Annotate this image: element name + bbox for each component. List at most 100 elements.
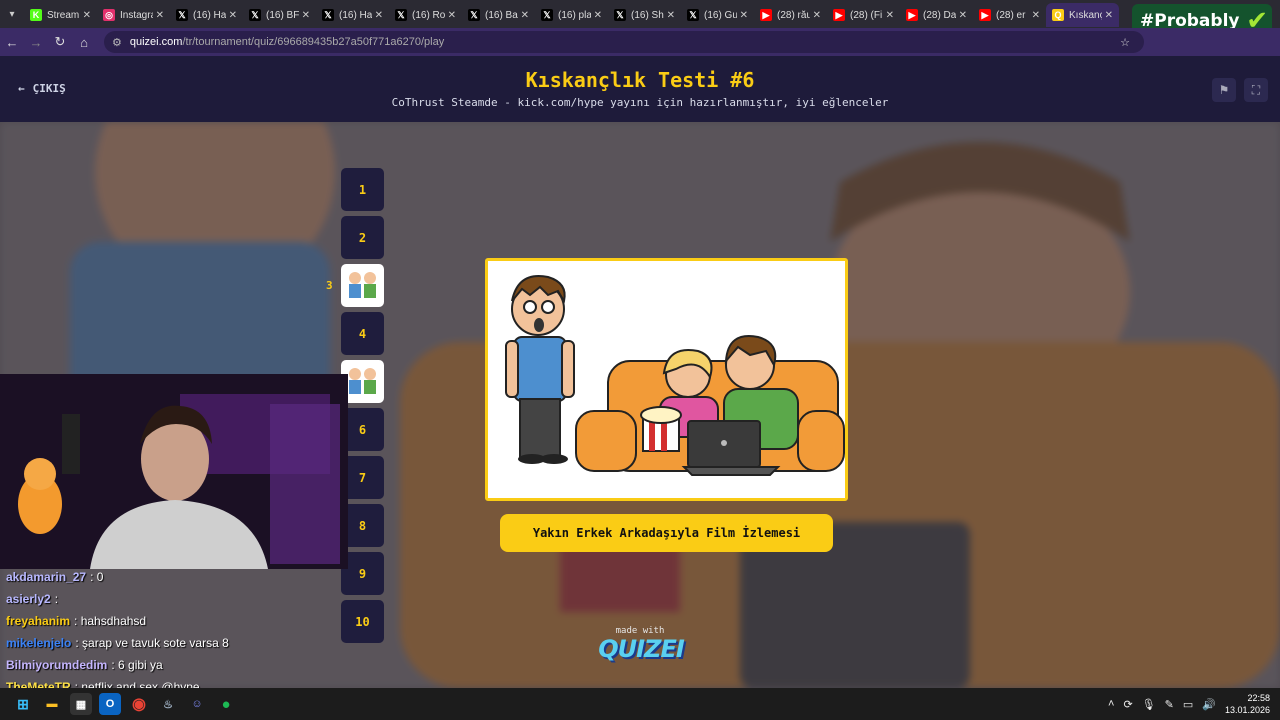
chat-username: freyahanim xyxy=(6,614,71,628)
round-button[interactable]: 3 xyxy=(326,264,384,307)
browser-tab[interactable]: 𝕏 (16) Ha ✕ xyxy=(170,3,243,27)
tab-title: (28) rău xyxy=(777,9,810,21)
tab-search-icon[interactable]: ▾ xyxy=(0,0,24,28)
tab-title: (16) Ba xyxy=(485,9,518,21)
close-tab-icon[interactable]: ✕ xyxy=(594,10,602,21)
url-field[interactable]: ⚙ quizei.com /tr/tournament/quiz/6966894… xyxy=(104,31,1144,53)
tab-title: (16) pla xyxy=(558,9,591,21)
close-tab-icon[interactable]: ✕ xyxy=(667,10,675,21)
tab-title: Kıskanç xyxy=(1069,9,1102,21)
chat-username: asierly2 xyxy=(6,592,51,606)
browser-tab[interactable]: K Stream ✕ xyxy=(24,3,97,27)
network-icon[interactable]: ▭ xyxy=(1183,698,1193,711)
x-icon: 𝕏 xyxy=(687,9,699,21)
pen-icon[interactable]: ✎ xyxy=(1165,698,1174,711)
quiz-header: ← ÇIKIŞ Kıskançlık Testi #6 CoThrust Ste… xyxy=(0,56,1280,122)
youtube-icon: ▶ xyxy=(979,9,991,21)
round-button[interactable]: 2 xyxy=(341,216,384,259)
tab-title: (28) Da xyxy=(923,9,956,21)
browser-tab[interactable]: 𝕏 (16) Sh ✕ xyxy=(608,3,681,27)
url-path: /tr/tournament/quiz/696689435b27a50f771a… xyxy=(182,36,445,48)
browser-tab[interactable]: 𝕏 (16) Ba ✕ xyxy=(462,3,535,27)
windows-start-icon[interactable]: ⊞ xyxy=(12,693,34,715)
tab-title: Stream xyxy=(47,9,80,21)
close-tab-icon[interactable]: ✕ xyxy=(302,10,310,21)
browser-tab[interactable]: 𝕏 (16) pla ✕ xyxy=(535,3,608,27)
instagram-icon: ◎ xyxy=(103,9,115,21)
steam-icon[interactable]: ♨ xyxy=(157,693,179,715)
browser-tab[interactable]: ▶ (28) rău ✕ xyxy=(754,3,827,27)
home-icon[interactable]: ⌂ xyxy=(72,35,96,50)
close-tab-icon[interactable]: ✕ xyxy=(156,10,164,21)
sync-icon[interactable]: ⟳ xyxy=(1123,698,1132,711)
fullscreen-button[interactable]: ⛶ xyxy=(1244,78,1268,102)
browser-tab[interactable]: 𝕏 (16) Ha ✕ xyxy=(316,3,389,27)
browser-tab[interactable]: ▶ (28) (Fi ✕ xyxy=(827,3,900,27)
site-info-icon[interactable]: ⚙ xyxy=(112,36,122,49)
outlook-icon[interactable]: O xyxy=(99,693,121,715)
chevron-up-icon[interactable]: ˄ xyxy=(1108,698,1114,710)
close-tab-icon[interactable]: ✕ xyxy=(1105,10,1113,21)
browser-tab[interactable]: ◎ Instagram✕ xyxy=(97,3,170,27)
answer-button[interactable]: Yakın Erkek Arkadaşıyla Film İzlemesi xyxy=(500,514,833,552)
close-tab-icon[interactable]: ✕ xyxy=(375,10,383,21)
kick-icon: K xyxy=(30,9,42,21)
bookmark-star-icon[interactable]: ☆ xyxy=(1120,36,1130,49)
close-tab-icon[interactable]: ✕ xyxy=(886,10,894,21)
close-tab-icon[interactable]: ✕ xyxy=(959,10,967,21)
x-icon: 𝕏 xyxy=(176,9,188,21)
file-explorer-icon[interactable]: ▬ xyxy=(41,693,63,715)
chat-text: : şarap ve tavuk sote varsa 8 xyxy=(75,636,229,650)
report-flag-button[interactable]: ⚑ xyxy=(1212,78,1236,102)
close-tab-icon[interactable]: ✕ xyxy=(1032,10,1040,21)
round-button[interactable]: 10 xyxy=(341,600,384,643)
clock[interactable]: 22:58 13.01.2026 xyxy=(1225,692,1270,716)
system-tray: ˄ ⟳ 🎙 ✎ ▭ 🔊 22:58 13.01.2026 xyxy=(1108,688,1270,720)
tab-title: Instagram xyxy=(120,9,153,21)
browser-tab[interactable]: 𝕏 (16) Ro ✕ xyxy=(389,3,462,27)
chat-message: freyahanim: hahsdhahsd xyxy=(0,610,340,632)
browser-tab[interactable]: 𝕏 (16) BF ✕ xyxy=(243,3,316,27)
round-button[interactable]: 1 xyxy=(341,168,384,211)
round-number: 4 xyxy=(358,326,367,341)
tab-title: (16) Ha xyxy=(193,9,226,21)
question-image-card[interactable] xyxy=(485,258,848,501)
answer-label: Yakın Erkek Arkadaşıyla Film İzlemesi xyxy=(532,526,801,540)
browser-tab[interactable]: Q Kıskanç ✕ xyxy=(1046,3,1119,27)
spotify-icon[interactable]: ● xyxy=(215,693,237,715)
question-illustration xyxy=(505,275,845,476)
x-icon: 𝕏 xyxy=(249,9,261,21)
close-tab-icon[interactable]: ✕ xyxy=(740,10,748,21)
chrome-icon[interactable]: ◉ xyxy=(128,693,150,715)
chat-message: akdamarin_27: 0 xyxy=(0,566,340,588)
close-tab-icon[interactable]: ✕ xyxy=(229,10,237,21)
x-icon: 𝕏 xyxy=(541,9,553,21)
volume-icon[interactable]: 🔊 xyxy=(1202,698,1216,711)
quiz-title: Kıskançlık Testi #6 xyxy=(525,68,755,92)
round-number: 9 xyxy=(358,566,367,581)
chat-message: mikelenjelo: şarap ve tavuk sote varsa 8 xyxy=(0,632,340,654)
round-number: 8 xyxy=(358,518,367,533)
forward-icon[interactable]: → xyxy=(24,35,48,50)
microphone-icon[interactable]: 🎙 xyxy=(1142,698,1156,711)
chat-text: : 6 gibi ya xyxy=(111,658,163,672)
x-icon: 𝕏 xyxy=(395,9,407,21)
close-tab-icon[interactable]: ✕ xyxy=(83,10,91,21)
close-tab-icon[interactable]: ✕ xyxy=(448,10,456,21)
discord-icon[interactable]: ☺ xyxy=(186,693,208,715)
chat-username: akdamarin_27 xyxy=(6,570,87,584)
browser-tab-bar: ▾ KStream✕◎Instagram✕𝕏(16) Ha✕𝕏(16) BF✕𝕏… xyxy=(0,0,1280,28)
browser-tab[interactable]: 𝕏 (16) Gu ✕ xyxy=(681,3,754,27)
quizei-logo[interactable]: QUIZEI xyxy=(596,635,686,663)
close-tab-icon[interactable]: ✕ xyxy=(521,10,529,21)
browser-tab[interactable]: ▶ (28) Da ✕ xyxy=(900,3,973,27)
back-icon[interactable]: ← xyxy=(0,35,24,50)
address-bar: ← → ↻ ⌂ ⚙ quizei.com /tr/tournament/quiz… xyxy=(0,28,1280,76)
store-icon[interactable]: ▦ xyxy=(70,693,92,715)
close-tab-icon[interactable]: ✕ xyxy=(813,10,821,21)
reload-icon[interactable]: ↻ xyxy=(48,34,72,50)
tab-title: (16) Sh xyxy=(631,9,664,21)
clock-time: 22:58 xyxy=(1247,693,1270,703)
round-button[interactable]: 4 xyxy=(341,312,384,355)
browser-tab[interactable]: ▶ (28) er ✕ xyxy=(973,3,1046,27)
